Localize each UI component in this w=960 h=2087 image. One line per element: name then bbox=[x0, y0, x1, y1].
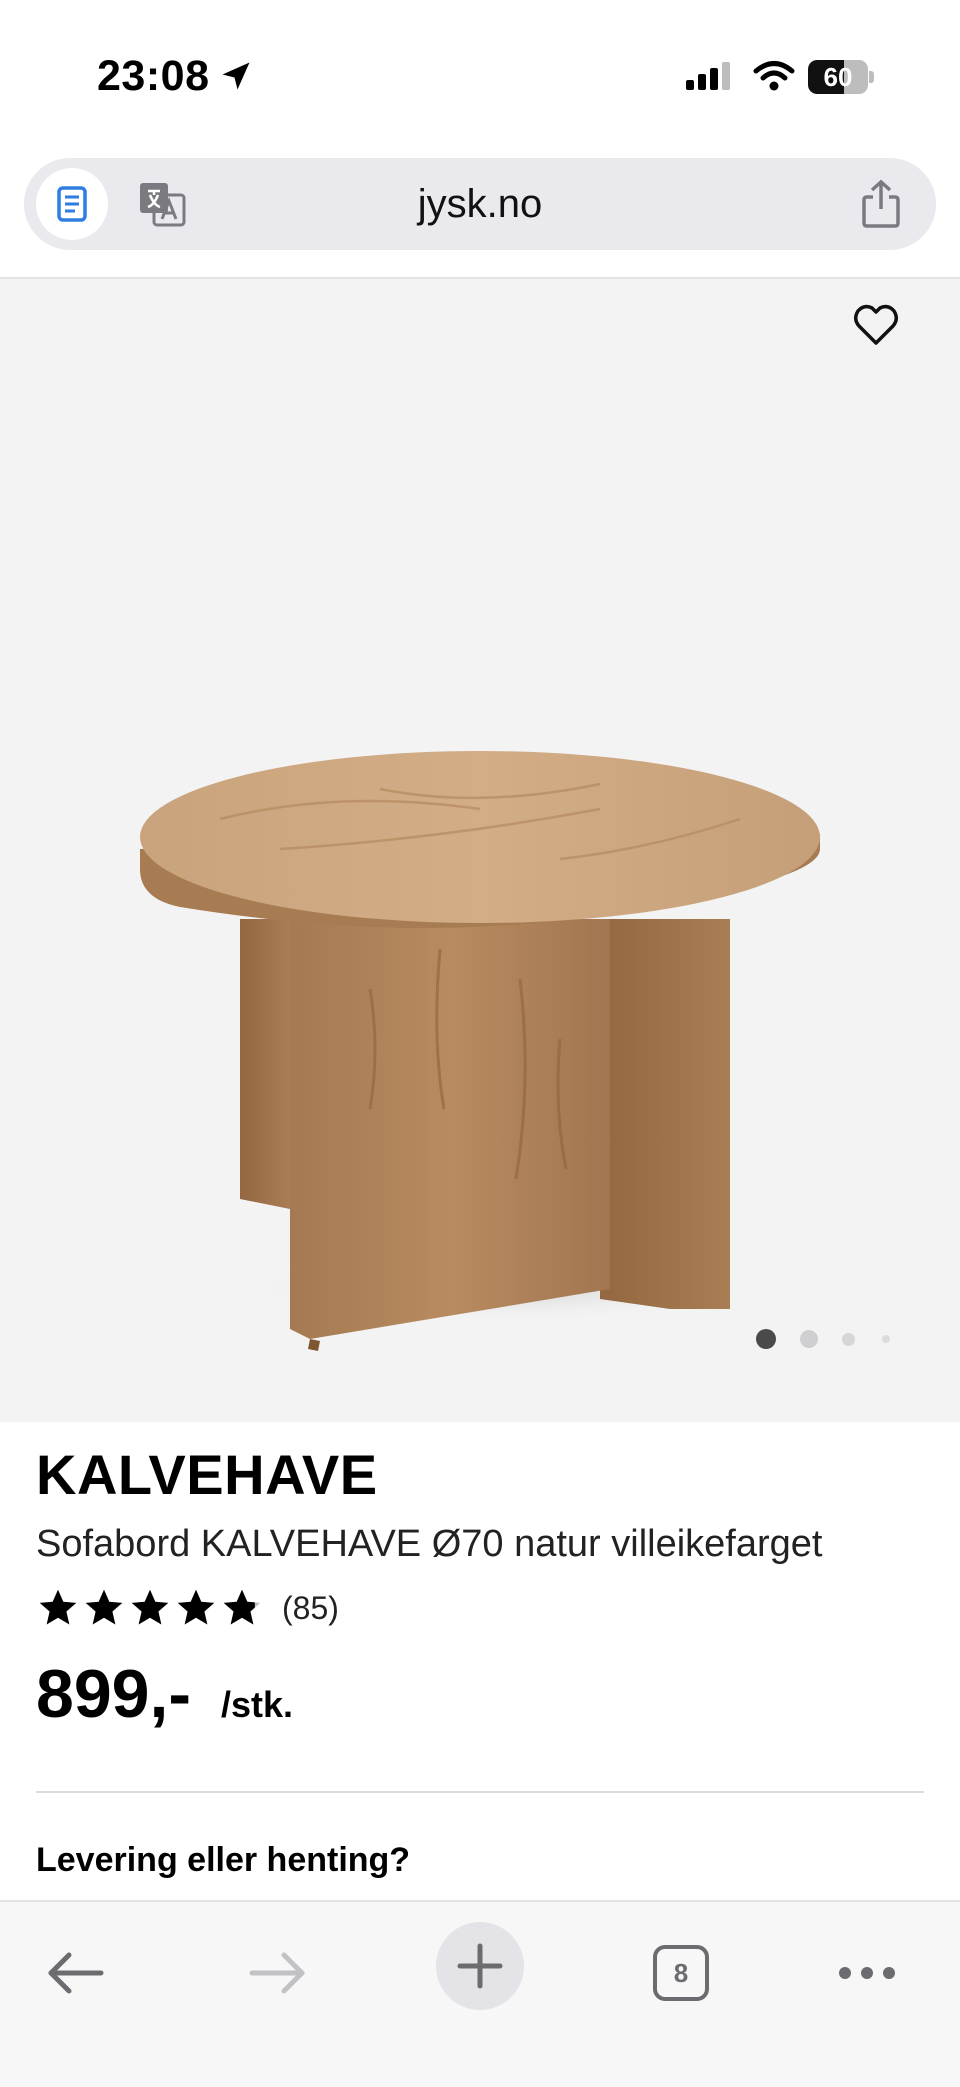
share-button[interactable] bbox=[854, 176, 908, 232]
star-icon bbox=[131, 1589, 169, 1625]
carousel-dots[interactable] bbox=[750, 1327, 900, 1349]
carousel-dot[interactable] bbox=[800, 1330, 818, 1348]
rating-count[interactable]: (85) bbox=[282, 1590, 339, 1627]
share-icon bbox=[862, 179, 900, 228]
star-icon bbox=[177, 1589, 215, 1625]
star-icon bbox=[85, 1589, 123, 1625]
carousel-dot-active[interactable] bbox=[756, 1329, 776, 1349]
back-arrow-icon bbox=[48, 1952, 104, 1994]
product-name: Sofabord KALVEHAVE Ø70 natur villeikefar… bbox=[36, 1523, 823, 1565]
back-button[interactable] bbox=[30, 1928, 120, 2018]
star-icon bbox=[39, 1589, 77, 1625]
divider bbox=[36, 1791, 924, 1793]
status-bar: 23:08 60 bbox=[0, 0, 960, 150]
new-tab-button[interactable] bbox=[436, 1922, 524, 2010]
battery-percent: 60 bbox=[823, 62, 853, 92]
rating-stars bbox=[36, 1586, 266, 1630]
tabs-icon: 8 bbox=[653, 1945, 709, 2001]
rating-row[interactable]: (85) bbox=[36, 1586, 339, 1630]
battery-indicator: 60 bbox=[808, 60, 874, 94]
reader-mode-icon bbox=[57, 186, 87, 222]
reader-mode-button[interactable] bbox=[36, 168, 108, 240]
more-icon bbox=[839, 1967, 895, 1979]
tabs-count: 8 bbox=[673, 1957, 689, 1988]
tabs-button[interactable]: 8 bbox=[636, 1928, 726, 2018]
browser-toolbar: 8 bbox=[0, 1900, 960, 2087]
wifi-icon bbox=[753, 61, 795, 91]
carousel-dot[interactable] bbox=[882, 1335, 890, 1343]
more-button[interactable] bbox=[822, 1928, 912, 2018]
price-unit: /stk. bbox=[221, 1684, 294, 1725]
product-image-carousel[interactable] bbox=[0, 279, 960, 1422]
carousel-dot[interactable] bbox=[842, 1333, 855, 1346]
cellular-signal-icon bbox=[686, 62, 730, 90]
forward-arrow-icon bbox=[249, 1952, 305, 1994]
location-arrow-icon bbox=[222, 62, 250, 90]
translate-icon bbox=[140, 183, 186, 227]
translate-button[interactable] bbox=[136, 178, 188, 230]
product-price: 899,- bbox=[36, 1656, 191, 1732]
product-brand-title: KALVEHAVE bbox=[36, 1443, 378, 1506]
star-partial-icon bbox=[223, 1589, 261, 1625]
status-time: 23:08 bbox=[97, 52, 210, 100]
product-image bbox=[140, 751, 820, 1351]
heart-icon[interactable] bbox=[852, 301, 900, 349]
plus-icon bbox=[457, 1943, 503, 1989]
delivery-heading[interactable]: Levering eller henting? bbox=[36, 1841, 410, 1880]
address-bar[interactable]: jysk.no bbox=[24, 158, 936, 250]
price-row: 899,- /stk. bbox=[36, 1655, 293, 1733]
forward-button[interactable] bbox=[233, 1928, 323, 2018]
